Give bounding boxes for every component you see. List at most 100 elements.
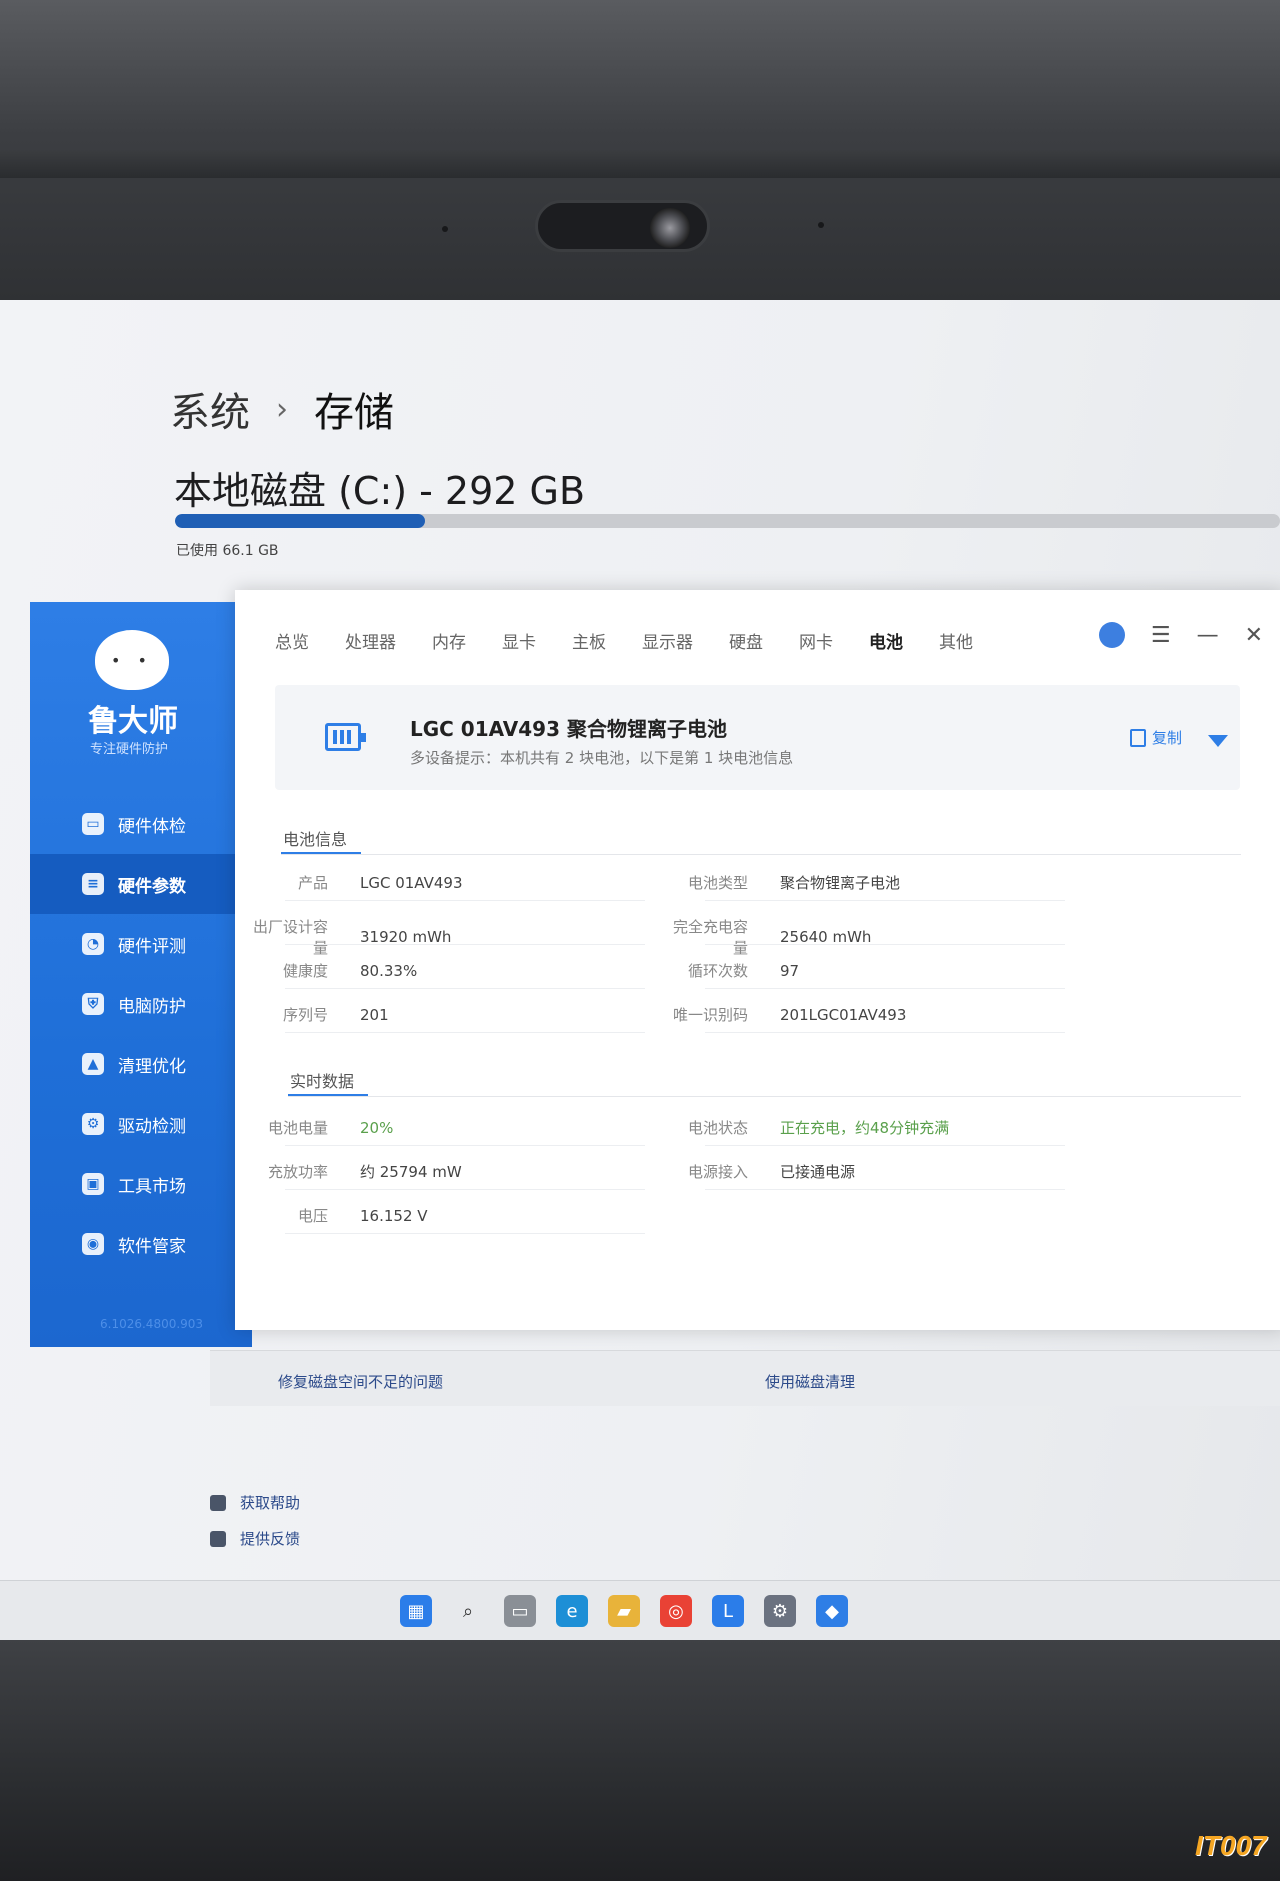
tab-0[interactable]: 总览 [275, 628, 309, 653]
sidebar-item-2[interactable]: ◔ 硬件评测 [30, 914, 252, 974]
sidebar-item-5[interactable]: ⚙ 驱动检测 [30, 1094, 252, 1154]
ludashi-icon[interactable]: ◆ [816, 1595, 848, 1627]
sidebar-item-6[interactable]: ▣ 工具市场 [30, 1154, 252, 1214]
row-divider [705, 900, 1065, 901]
taskbar-icons: ▦ ⌕ ▭ e ▰ ◎ L ⚙ ◆ [400, 1595, 848, 1627]
lenovo-icon[interactable]: L [712, 1595, 744, 1627]
sidebar-item-label: 硬件评测 [118, 936, 186, 957]
kv-row: 电池电量 20% [245, 1117, 393, 1138]
kv-value: 97 [780, 961, 800, 980]
edge-icon[interactable]: e [556, 1595, 588, 1627]
app-sidebar: • • 鲁大师 专注硬件防护 ▭ 硬件体检 ≡ 硬件参数 ◔ 硬件评测 ⛨ 电脑防护 ▲ 清理优化… [30, 602, 252, 1347]
kv-label: 唯一识别码 [672, 1006, 748, 1024]
sidebar-item-7[interactable]: ◉ 软件管家 [30, 1214, 252, 1274]
tab-5[interactable]: 显示器 [642, 628, 693, 653]
sidebar-item-label: 硬件体检 [118, 816, 186, 837]
feedback-icon [210, 1530, 226, 1547]
row-divider [705, 944, 1065, 945]
copy-button[interactable]: 复制 [1130, 727, 1182, 748]
task-view-icon[interactable]: ▭ [504, 1595, 536, 1627]
kv-label: 健康度 [282, 962, 328, 980]
sidebar-item-label: 清理优化 [118, 1056, 186, 1077]
sidebar-item-4[interactable]: ▲ 清理优化 [30, 1034, 252, 1094]
battery-multi-device-hint: 多设备提示：本机共有 2 块电池，以下是第 1 块电池信息 [410, 749, 794, 767]
help-icon [210, 1494, 226, 1511]
sidebar-item-1[interactable]: ≡ 硬件参数 [30, 854, 252, 914]
battery-header-card: LGC 01AV493 聚合物锂离子电池 多设备提示：本机共有 2 块电池，以下… [275, 685, 1240, 790]
monitor-icon: ▭ [82, 813, 104, 835]
sidebar-item-label: 软件管家 [118, 1236, 186, 1257]
row-divider [705, 988, 1065, 989]
chevron-right-icon: › [276, 391, 288, 427]
search-icon[interactable]: ⌕ [452, 1595, 484, 1627]
chrome-icon[interactable]: ◎ [660, 1595, 692, 1627]
sidebar-item-label: 硬件参数 [118, 876, 186, 897]
tab-1[interactable]: 处理器 [345, 628, 396, 653]
kv-label: 序列号 [282, 1006, 328, 1024]
tab-3[interactable]: 显卡 [502, 628, 536, 653]
kv-value: 20% [360, 1118, 394, 1137]
row-divider [285, 988, 645, 989]
kv-label: 电源接入 [687, 1163, 748, 1181]
settings-icon[interactable]: ⚙ [764, 1595, 796, 1627]
feedback-label: 提供反馈 [240, 1530, 301, 1548]
kv-row: 电池状态 正在充电，约48分钟充满 [665, 1117, 949, 1138]
close-icon[interactable]: ✕ [1245, 623, 1263, 648]
kv-value: 80.33% [360, 961, 418, 980]
storage-fix-link[interactable]: 修复磁盘空间不足的问题 [278, 1371, 443, 1392]
kv-row: 循环次数 97 [665, 960, 799, 981]
row-divider [285, 944, 645, 945]
windows-start-icon[interactable]: ▦ [400, 1595, 432, 1627]
get-help-link[interactable]: 获取帮助 [210, 1492, 300, 1513]
feedback-link[interactable]: 提供反馈 [210, 1528, 300, 1549]
chevron-down-icon[interactable] [1208, 735, 1228, 747]
copy-icon [1130, 728, 1146, 747]
user-avatar-icon[interactable] [1098, 622, 1125, 648]
kv-value: LGC 01AV493 [360, 873, 463, 892]
kv-value: 已接通电源 [780, 1163, 856, 1181]
disk-used-label: 已使用 66.1 GB [176, 543, 279, 559]
get-help-label: 获取帮助 [240, 1494, 301, 1512]
windows-settings-storage-page: 系统 › 存储 本地磁盘 (C:) - 292 GB 已使用 66.1 GB 修… [0, 300, 1280, 1644]
webcam-lens-icon [650, 208, 690, 248]
row-divider [285, 1233, 645, 1234]
sidebar-item-0[interactable]: ▭ 硬件体检 [30, 794, 252, 854]
tab-6[interactable]: 硬盘 [729, 628, 763, 653]
disk-title: 本地磁盘 (C:) - 292 GB [174, 469, 586, 513]
kv-value: 201LGC01AV493 [780, 1005, 907, 1024]
menu-icon[interactable]: ☰ [1151, 623, 1171, 648]
laptop-bezel-bottom [0, 1640, 1280, 1881]
gauge-icon: ◔ [82, 933, 104, 955]
list-icon: ≡ [82, 873, 104, 895]
kv-label: 电池类型 [687, 874, 748, 892]
tab-7[interactable]: 网卡 [799, 628, 833, 653]
copy-label: 复制 [1152, 729, 1183, 747]
app-logo-slogan: 专注硬件防护 [90, 742, 169, 757]
tab-4[interactable]: 主板 [572, 628, 606, 653]
kv-value: 201 [360, 1005, 389, 1024]
tab-9[interactable]: 其他 [939, 628, 973, 653]
tab-2[interactable]: 内存 [432, 628, 466, 653]
tab-8[interactable]: 电池 [869, 628, 903, 653]
file-explorer-icon[interactable]: ▰ [608, 1595, 640, 1627]
kv-label: 充放功率 [267, 1163, 328, 1181]
kv-row: 电源接入 已接通电源 [665, 1161, 855, 1182]
minimize-icon[interactable]: — [1197, 623, 1219, 648]
row-divider [285, 1032, 645, 1033]
disk-usage-bar [175, 514, 1280, 528]
row-divider [285, 900, 645, 901]
sidebar-item-3[interactable]: ⛨ 电脑防护 [30, 974, 252, 1034]
ludashi-app-window: • • 鲁大师 专注硬件防护 ▭ 硬件体检 ≡ 硬件参数 ◔ 硬件评测 ⛨ 电脑防护 ▲ 清理优化… [30, 590, 1280, 1347]
mic-dot [818, 222, 824, 228]
kv-row: 电池类型 聚合物锂离子电池 [665, 872, 900, 893]
kv-label: 电池状态 [687, 1119, 748, 1137]
kv-label: 完全充电容量 [672, 918, 748, 957]
disk-cleanup-link[interactable]: 使用磁盘清理 [765, 1371, 855, 1392]
row-divider [705, 1032, 1065, 1033]
section-rule [281, 854, 1241, 855]
storage-fix-row: 修复磁盘空间不足的问题 使用磁盘清理 [210, 1350, 1280, 1406]
breadcrumb-parent[interactable]: 系统 [170, 380, 250, 438]
app-main-panel: 总览 处理器 内存 显卡 主板 显示器 硬盘 网卡 电池 其他 ☰ — ✕ LGC 01AV493… [235, 590, 1280, 1330]
kv-value: 16.152 V [360, 1206, 428, 1225]
kv-row: 唯一识别码 201LGC01AV493 [665, 1004, 906, 1025]
